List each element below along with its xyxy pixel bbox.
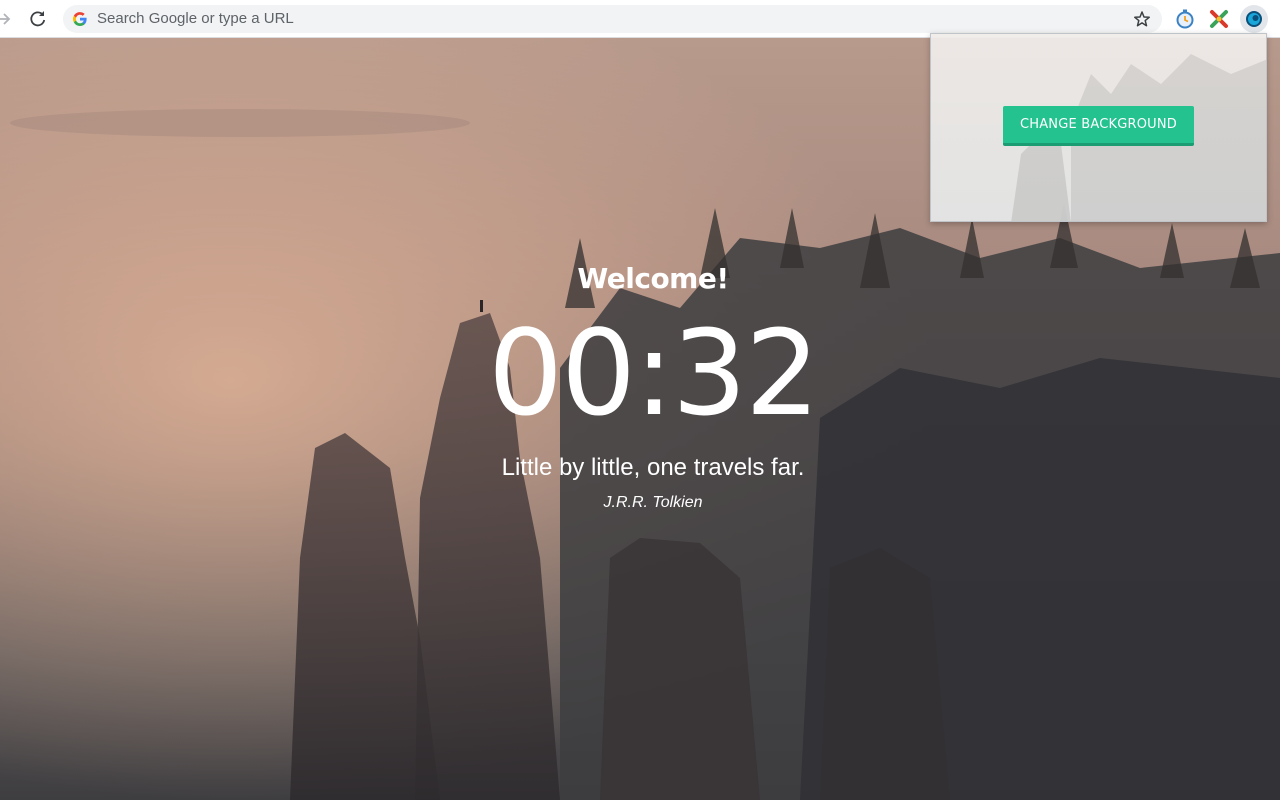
welcome-heading: Welcome! <box>577 262 729 295</box>
google-logo-icon <box>72 11 88 27</box>
quote-text: Little by little, one travels far. <box>501 454 805 481</box>
quote-author: J.R.R. Tolkien <box>603 494 703 511</box>
blue-circle-extension-icon[interactable] <box>1243 8 1265 30</box>
clock: 00:32 <box>487 304 820 442</box>
star-icon[interactable] <box>1133 10 1151 28</box>
extension-popup: CHANGE BACKGROUND <box>930 33 1267 222</box>
omnibox[interactable] <box>63 5 1162 33</box>
omnibox-input[interactable] <box>97 5 1097 33</box>
reload-icon[interactable] <box>28 9 48 29</box>
timer-extension-icon[interactable] <box>1174 8 1196 30</box>
puzzle-extension-icon[interactable] <box>1208 8 1230 30</box>
forward-arrow-icon[interactable] <box>0 9 16 29</box>
change-background-button[interactable]: CHANGE BACKGROUND <box>1003 106 1194 146</box>
